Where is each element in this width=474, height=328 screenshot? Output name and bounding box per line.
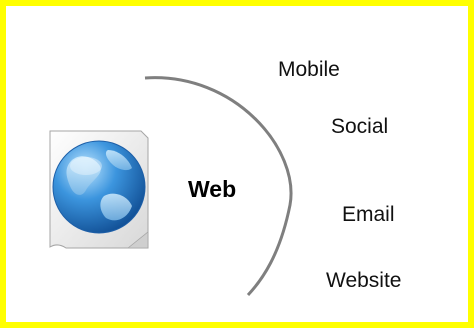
item-mobile: Mobile [278, 58, 340, 81]
item-email: Email [342, 203, 395, 226]
item-social: Social [331, 115, 389, 138]
diagram-canvas [49, 76, 293, 297]
item-website: Website [326, 269, 402, 292]
center-label-web: Web [188, 176, 237, 202]
globe-document-icon [49, 130, 149, 249]
